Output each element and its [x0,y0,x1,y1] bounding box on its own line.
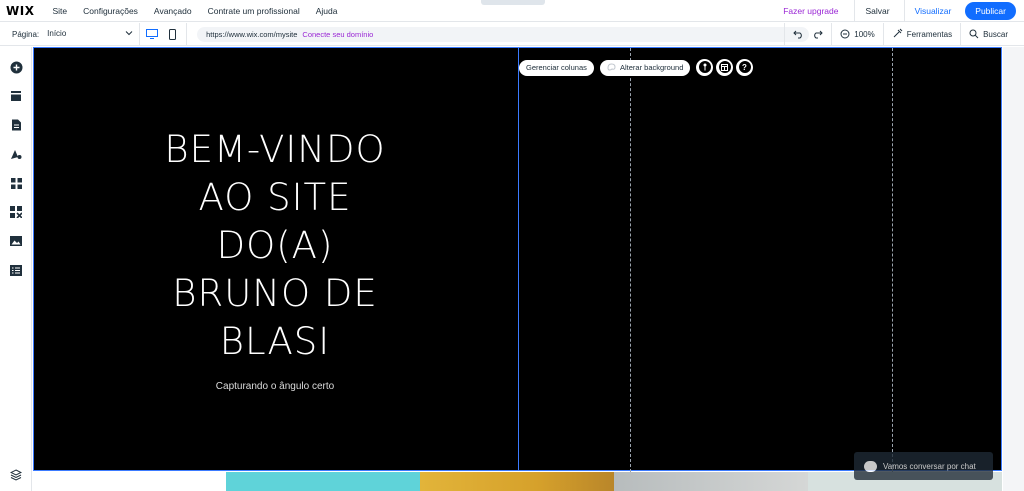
tools-icon [892,28,903,41]
menu-hire-professional[interactable]: Contrate um profissional [208,6,300,16]
gallery-image [614,472,808,491]
wix-logo[interactable]: WIX [6,4,34,18]
layers-icon[interactable] [9,468,23,482]
tools-label: Ferramentas [906,30,953,39]
manage-columns-label: Gerenciar colunas [526,63,587,72]
page-select-value: Início [47,29,67,38]
pages-icon[interactable] [9,118,23,132]
toolbar-right: 100% Ferramentas Buscar [784,23,1016,46]
upgrade-link[interactable]: Fazer upgrade [783,6,838,16]
zoom-level: 100% [854,30,875,39]
menu-settings[interactable]: Configurações [83,6,138,16]
help-button[interactable]: ? [736,58,753,76]
hero-headline[interactable]: BEM-VINDO AO SITE DO(A) BRUNO DE BLASI [144,126,406,366]
divider [186,22,188,46]
search-button[interactable]: Buscar [960,23,1016,46]
headline-line: BRUNO DE [172,272,378,315]
headline-line: BEM-VINDO [164,128,386,171]
menu-help[interactable]: Ajuda [316,6,338,16]
top-right-actions: Fazer upgrade Salvar Visualizar Publicar [783,0,1016,22]
headline-line: DO(A) [216,224,334,267]
background-icon [607,62,616,73]
zoom-icon [840,29,850,41]
chevron-down-icon [125,29,133,39]
headline-line: AO SITE [198,176,352,219]
site-url-bar[interactable]: https://www.wix.com/mysite Conecte seu d… [197,26,810,42]
hero-section[interactable]: BEM-VINDO AO SITE DO(A) BRUNO DE BLASI C… [33,46,1002,472]
layout-button[interactable] [716,58,733,76]
layout-icon [718,61,731,73]
divider [903,0,905,22]
menu-advanced[interactable]: Avançado [154,6,192,16]
chat-icon [864,460,877,472]
divider [854,0,856,22]
grid-guide-line [630,47,631,472]
gallery-image [420,472,614,491]
help-icon: ? [738,61,751,73]
search-label: Buscar [983,30,1008,39]
right-gutter [1003,47,1024,491]
connect-domain-link[interactable]: Conecte seu domínio [302,30,373,39]
cms-icon[interactable] [9,263,23,277]
save-button[interactable]: Salvar [865,6,889,16]
sections-icon[interactable] [9,89,23,103]
page-toolbar: Página: Início https://www.wix.com/mysit… [0,22,1024,46]
zoom-control[interactable]: 100% [831,23,882,46]
animation-button[interactable] [696,58,713,76]
top-bar: WIX Site Configurações Avançado Contrate… [0,0,1024,22]
design-icon[interactable] [9,147,23,161]
topbar-tab-handle[interactable] [481,0,545,5]
divider [139,22,141,46]
chat-widget[interactable]: Vamos conversar por chat [854,452,993,480]
site-url: https://www.wix.com/mysite [206,29,298,39]
left-sidebar [0,47,32,491]
change-background-button[interactable]: Alterar background [600,59,691,76]
undo-redo-group [784,23,831,46]
tools-button[interactable]: Ferramentas [882,23,960,46]
publish-button[interactable]: Publicar [965,2,1016,20]
mobile-view-icon[interactable] [162,23,182,46]
desktop-view-icon[interactable] [142,23,162,46]
preview-button[interactable]: Visualizar [915,6,952,16]
search-icon [969,29,979,41]
media-icon[interactable] [9,234,23,248]
gallery-image [226,472,420,491]
animation-icon [698,61,711,73]
redo-icon[interactable] [812,29,823,41]
manage-columns-button[interactable]: Gerenciar colunas [519,59,594,76]
add-elements-icon[interactable] [9,60,23,74]
menu-site[interactable]: Site [52,6,67,16]
selected-column[interactable]: Gerenciar colunas Alterar background ? [518,46,1002,472]
undo-icon[interactable] [793,29,804,41]
change-background-label: Alterar background [620,63,684,72]
chat-label: Vamos conversar por chat [883,461,976,471]
apps-icon[interactable] [9,176,23,190]
headline-line: BLASI [219,320,331,363]
page-label: Página: [12,29,40,39]
business-icon[interactable] [9,205,23,219]
grid-guide-line [892,47,893,472]
page-select[interactable]: Início [47,29,133,39]
hero-subtitle[interactable]: Capturando o ângulo certo [144,381,406,392]
